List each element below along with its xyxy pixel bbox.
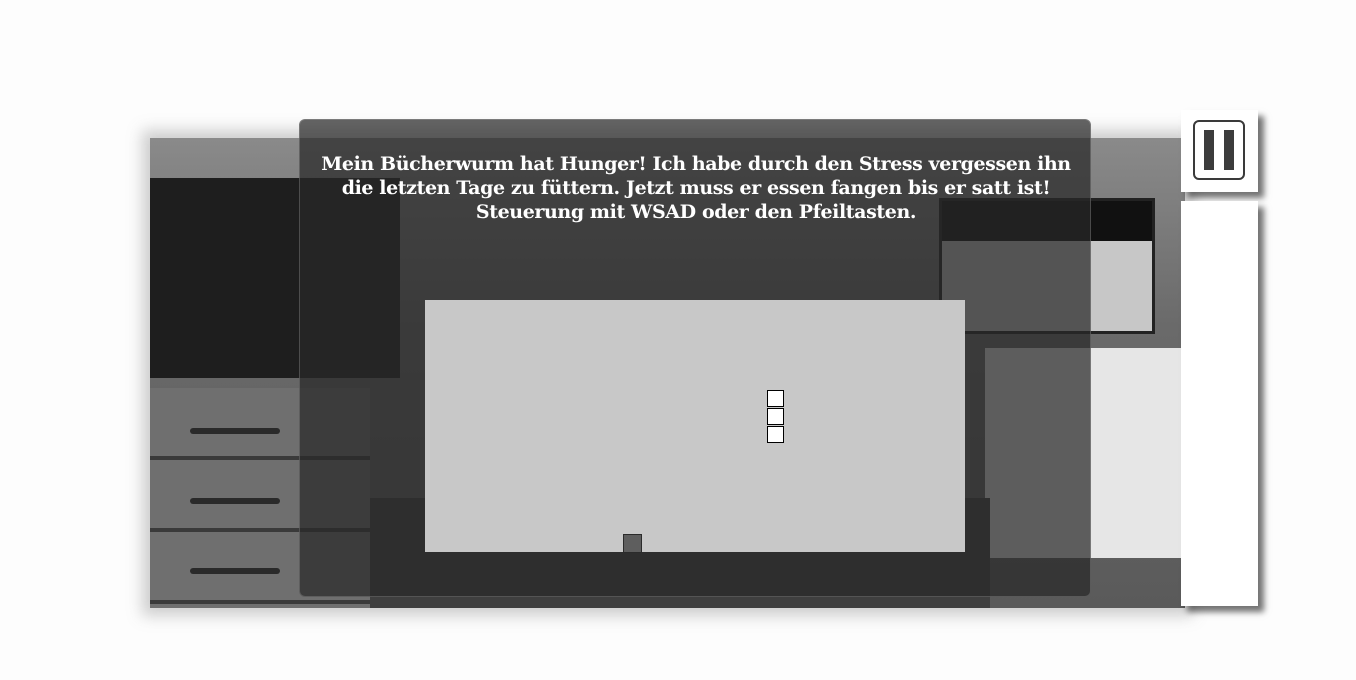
food-item <box>623 534 642 553</box>
worm-segment <box>767 408 784 425</box>
worm-segment <box>767 426 784 443</box>
drawer-handle <box>190 568 280 574</box>
side-panel <box>1181 201 1258 606</box>
worm-segment <box>767 390 784 407</box>
game-instructions: Mein Bücherwurm hat Hunger! Ich habe dur… <box>321 153 1071 223</box>
pause-icon-bar <box>1204 130 1214 170</box>
drawer-handle <box>190 498 280 504</box>
drawer-handle <box>190 428 280 434</box>
pause-panel <box>1181 110 1258 192</box>
pause-icon-bar <box>1224 130 1234 170</box>
game-field[interactable] <box>425 300 965 553</box>
pause-button[interactable] <box>1193 120 1245 180</box>
game-page: Mein Bücherwurm hat Hunger! Ich habe dur… <box>0 0 1356 680</box>
